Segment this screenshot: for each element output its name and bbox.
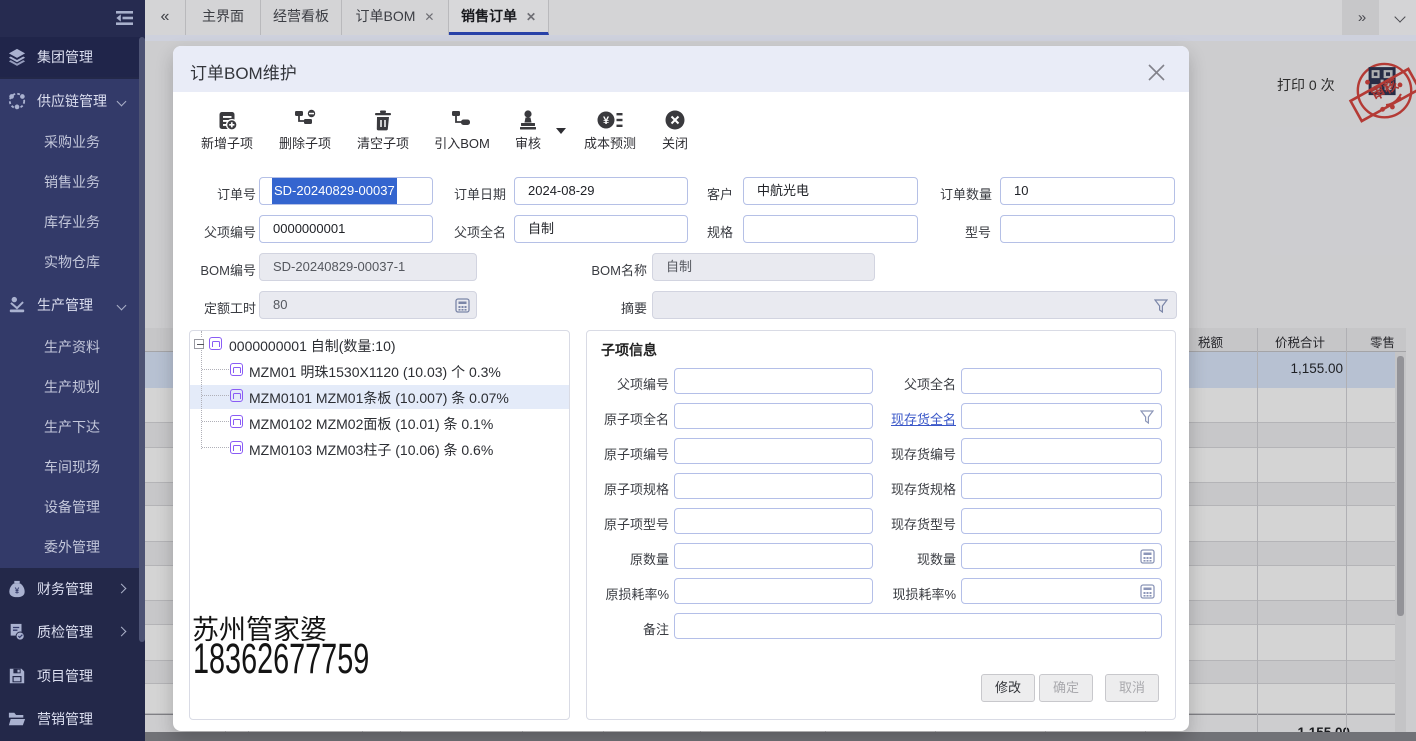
svg-text:¥: ¥ xyxy=(15,587,20,596)
svg-text:¥: ¥ xyxy=(603,115,610,127)
